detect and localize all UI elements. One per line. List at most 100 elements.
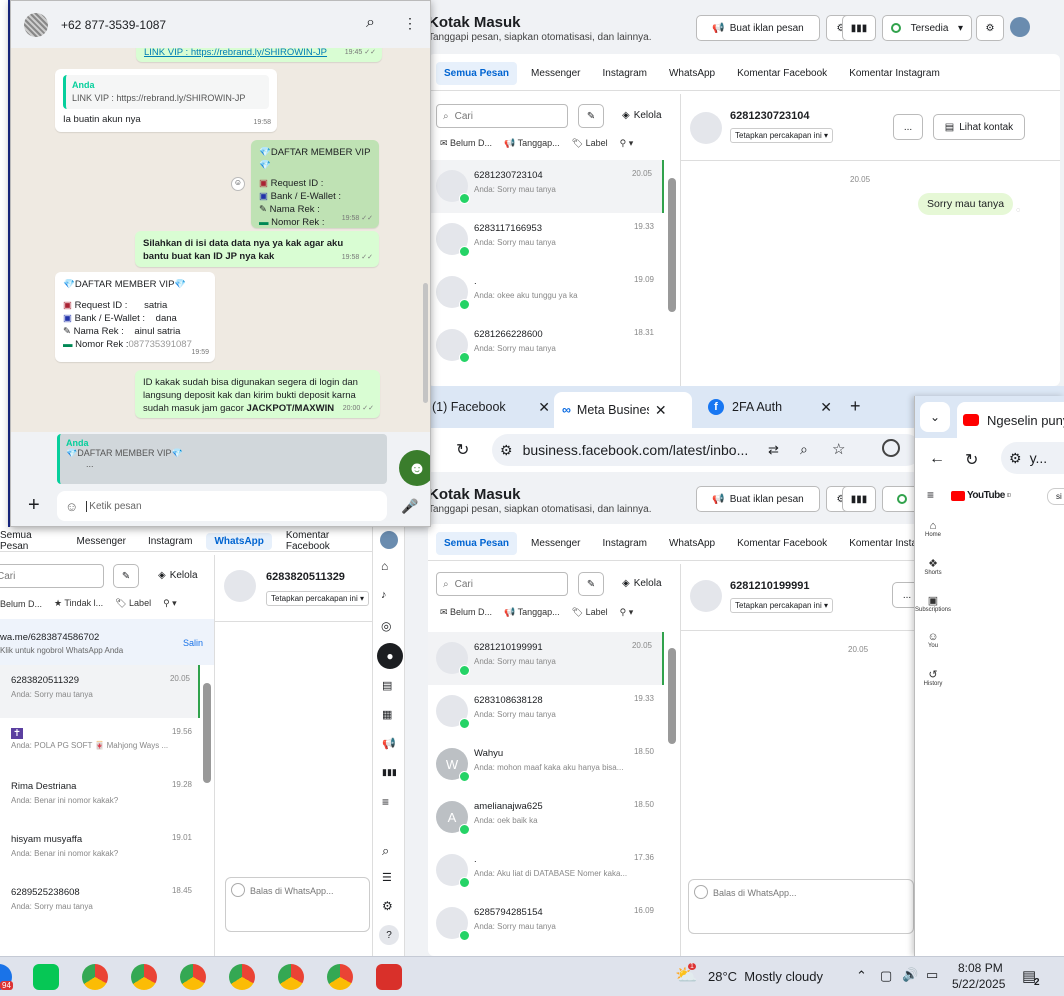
avatar[interactable] — [1010, 17, 1030, 37]
compose-button[interactable]: ✎ — [578, 572, 604, 596]
conversation-item[interactable]: 6283117166953 Anda: Sorry mau tanya 19.33 — [428, 213, 664, 266]
search-input[interactable]: Cari — [0, 564, 104, 588]
browser-tab-meta[interactable]: ∞Meta Business✕ — [554, 392, 692, 428]
create-ad-button[interactable]: 📢 Buat iklan pesan — [696, 486, 820, 512]
conversation-item[interactable]: 6285794285154 Anda: Sorry mau tanya 16.09 — [428, 897, 664, 950]
tab-fb-comments[interactable]: Komentar Facebook — [729, 62, 835, 85]
search-icon[interactable]: ⌕ — [366, 14, 375, 32]
chip[interactable]: si — [1047, 488, 1064, 505]
filter-options-icon[interactable]: ⚲ ▾ — [620, 138, 634, 149]
avatar[interactable] — [380, 531, 398, 549]
kebab-menu-icon[interactable]: ⋮ — [403, 15, 417, 32]
nav-you[interactable]: ☺ You — [921, 631, 945, 649]
insights-button[interactable]: ▮▮▮ — [842, 15, 876, 41]
profile-icon[interactable] — [882, 439, 900, 457]
reply-input[interactable]: Balas di WhatsApp... — [688, 879, 914, 934]
status-dropdown[interactable]: Tersedia ▾ — [882, 15, 972, 41]
scrollbar[interactable] — [668, 178, 676, 312]
scrollbar[interactable] — [423, 283, 428, 403]
manage-button[interactable]: ◈ Kelola — [622, 110, 662, 121]
filter-unread[interactable]: Belum D... — [0, 599, 42, 609]
conversation-item[interactable]: 6281230723104 Anda: Sorry mau tanya 20.05 — [428, 160, 664, 213]
filter-options-icon[interactable]: ⚲ ▾ — [163, 598, 177, 609]
reply-input[interactable]: Balas di WhatsApp... — [225, 877, 370, 932]
chrome-icon[interactable] — [82, 964, 108, 990]
calendar-icon[interactable]: ▦ — [382, 708, 392, 721]
scrollbar[interactable] — [668, 648, 676, 744]
tab-instagram[interactable]: Instagram — [140, 533, 200, 550]
url-bar[interactable]: ⚙ y... — [1001, 442, 1064, 474]
filter-unread[interactable]: ✉ Belum D... — [440, 607, 492, 618]
line-icon[interactable] — [33, 964, 59, 990]
contact-avatar[interactable] — [24, 13, 48, 37]
youtube-logo[interactable]: YouTube ID — [951, 490, 1011, 501]
reload-icon[interactable]: ↻ — [965, 450, 978, 470]
device-icon[interactable]: ▢ — [880, 968, 892, 984]
conversation-item[interactable]: hisyam musyaffa Anda: Benar ini nomor kak… — [0, 824, 200, 877]
filter-label[interactable]: 🏷 Label — [572, 138, 608, 149]
nav-history[interactable]: ↺ History — [921, 668, 945, 687]
close-icon[interactable]: ✕ — [820, 399, 832, 416]
home-icon[interactable]: ⌂ — [381, 559, 388, 573]
list-icon[interactable]: ☰ — [382, 871, 392, 884]
posts-icon[interactable]: ▤ — [382, 679, 392, 692]
scrollbar[interactable] — [203, 683, 211, 783]
conversation-item[interactable]: 6281266228600 Anda: Sorry mau tanya 18.31 — [428, 319, 664, 372]
inbox-icon[interactable]: ● — [377, 643, 403, 669]
search-icon[interactable]: ⌕ — [382, 843, 389, 859]
megaphone-icon[interactable]: 📢 — [382, 737, 396, 750]
clock-time[interactable]: 8:08 PM — [958, 961, 1003, 975]
tab-messenger[interactable]: Messenger — [523, 532, 588, 555]
tab-all[interactable]: Semua Pesan — [436, 532, 518, 555]
copy-button[interactable]: Salin — [183, 638, 203, 648]
conversation-item[interactable]: 6283820511329 Anda: Sorry mau tanya 20.05 — [0, 665, 200, 718]
menu-icon[interactable]: ≡ — [382, 795, 389, 809]
settings-button[interactable]: ⚙ — [976, 15, 1004, 41]
assign-dropdown[interactable]: Tetapkan percakapan ini ▾ — [730, 128, 833, 143]
tab-messenger[interactable]: Messenger — [523, 62, 588, 85]
insights-icon[interactable]: ▮▮▮ — [382, 767, 397, 778]
attach-plus-icon[interactable]: + — [28, 494, 40, 517]
conversation-item[interactable]: Rima Destriana Anda: Benar ini nomor kaka… — [0, 771, 200, 824]
nav-shorts[interactable]: ❖ Shorts — [921, 557, 945, 576]
tab-all[interactable]: Semua Pesan — [436, 62, 518, 85]
filter-options-icon[interactable]: ⚲ ▾ — [620, 607, 634, 618]
back-icon[interactable]: ← — [929, 450, 945, 468]
chrome-icon[interactable] — [180, 964, 206, 990]
search-input[interactable]: ⌕ Cari — [436, 572, 568, 596]
create-ad-button[interactable]: 📢 Buat iklan pesan — [696, 15, 820, 41]
conversation-item[interactable]: . Anda: Aku liat di DATABASE Nomer kaka..… — [428, 844, 664, 897]
tab-instagram[interactable]: Instagram — [595, 532, 655, 555]
gear-icon[interactable]: ⚙ — [382, 899, 393, 913]
compose-button[interactable]: ✎ — [113, 564, 139, 588]
zoom-icon[interactable]: ⌕ — [800, 441, 808, 458]
tab-instagram[interactable]: Instagram — [595, 62, 655, 85]
filter-followup[interactable]: ★ Tindak l... — [54, 598, 103, 609]
view-contact-button[interactable]: ▤ Lihat kontak — [933, 114, 1025, 140]
quoted-message[interactable]: Anda 💎DAFTAR MEMBER VIP💎 ... — [57, 434, 387, 484]
wps-office-icon[interactable] — [376, 964, 402, 990]
nav-home[interactable]: ⌂ Home — [921, 520, 945, 538]
reload-icon[interactable]: ↻ — [456, 440, 469, 460]
search-input[interactable]: ⌕ Cari — [436, 104, 568, 128]
filter-followup[interactable]: 📢 Tanggap... — [504, 138, 560, 149]
manage-button[interactable]: ◈ Kelola — [158, 570, 198, 581]
conversation-item[interactable]: W Wahyu Anda: mohon maaf kaka aku hanya bi… — [428, 738, 664, 791]
compose-button[interactable]: ✎ — [578, 104, 604, 128]
tab-whatsapp[interactable]: WhatsApp — [661, 62, 723, 85]
whatsapp-link-banner[interactable]: wa.me/6283874586702 Klik untuk ngobrol W… — [0, 619, 214, 665]
conversation-item[interactable]: Aamelianajwa625 Anda: oek baik ka 18.50 — [428, 791, 664, 844]
network-icon[interactable]: ▭ — [926, 967, 938, 983]
volume-icon[interactable]: 🔊 — [902, 967, 918, 983]
forward-icon[interactable]: ☺ — [231, 177, 245, 191]
nav-subscriptions[interactable]: ▣ Subscriptions — [915, 594, 951, 613]
more-button[interactable]: ... — [893, 114, 923, 140]
filter-label[interactable]: 🏷 Label — [572, 607, 608, 618]
conversation-item[interactable]: 6289525238608 Anda: Sorry mau tanya 18.45 — [0, 877, 200, 930]
site-info-icon[interactable]: ⚙ — [1009, 450, 1022, 467]
tab-whatsapp[interactable]: WhatsApp — [206, 532, 272, 550]
conversation-item[interactable]: 6283108638128 Anda: Sorry mau tanya 19.33 — [428, 685, 664, 738]
conversation-item[interactable]: 6281210199991 Anda: Sorry mau tanya 20.05 — [428, 632, 664, 685]
conversation-item[interactable]: ✝ Anda: POLA PG SOFT 🀄 Mahjong Ways ... 19… — [0, 718, 200, 771]
filter-followup[interactable]: 📢 Tanggap... — [504, 607, 560, 618]
